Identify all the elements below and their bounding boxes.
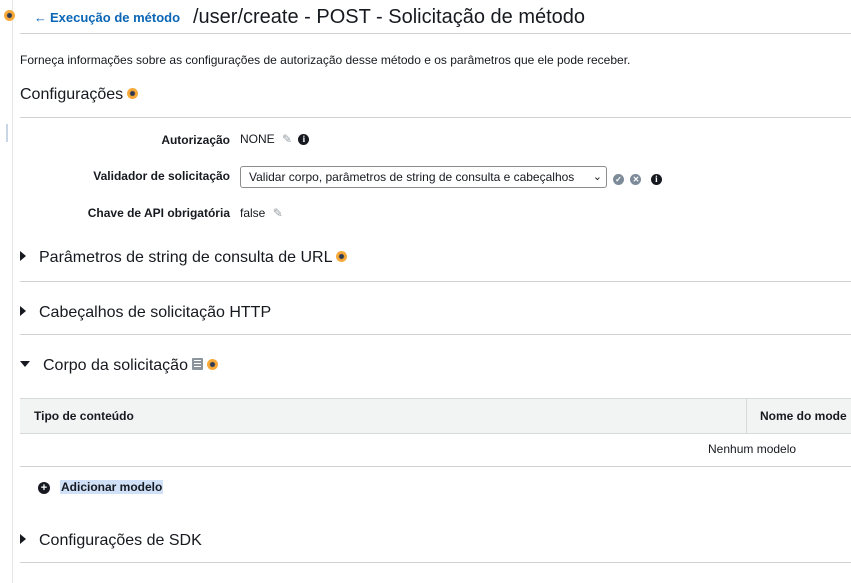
- left-strip-marker: [6, 124, 8, 142]
- x-circle-icon[interactable]: ✕: [630, 174, 642, 186]
- arrow-left-icon: ←: [34, 10, 47, 25]
- request-body-table-header: Tipo de conteúdo Nome do mode: [20, 398, 851, 434]
- section-sdk-settings[interactable]: Configurações de SDK: [20, 532, 202, 550]
- request-validator-label: Validador de solicitação: [93, 169, 230, 183]
- divider: [20, 562, 851, 563]
- left-navigation-strip: [0, 0, 13, 583]
- api-key-row: false ✎: [240, 206, 283, 220]
- authorization-row: NONE ✎ i: [240, 132, 310, 146]
- check-circle-icon[interactable]: ✓: [613, 174, 624, 186]
- chevron-down-icon: ⌄: [592, 171, 602, 183]
- divider: [20, 33, 851, 34]
- api-key-required-label: Chave de API obrigatória: [87, 206, 230, 220]
- orange-status-dot-icon: [4, 10, 15, 21]
- info-icon[interactable]: i: [298, 134, 310, 146]
- section-query-params-label: Parâmetros de string de consulta de URL: [39, 249, 333, 266]
- section-http-headers[interactable]: Cabeçalhos de solicitação HTTP: [20, 304, 271, 322]
- caret-right-icon: [20, 534, 26, 545]
- back-to-method-execution-link[interactable]: ← Execução de método: [34, 10, 180, 25]
- caret-right-icon: [20, 251, 26, 262]
- info-icon[interactable]: i: [650, 174, 662, 186]
- back-link-label: Execução de método: [50, 10, 181, 25]
- add-model-button[interactable]: + Adicionar modelo: [38, 480, 164, 494]
- divider: [20, 117, 851, 118]
- section-request-body[interactable]: Corpo da solicitação: [20, 357, 218, 375]
- orange-status-dot-icon: [336, 250, 348, 262]
- page-title: /user/create - POST - Solicitação de mét…: [193, 6, 586, 28]
- page-description: Forneça informações sobre as configuraçõ…: [20, 53, 631, 67]
- divider: [20, 334, 851, 335]
- section-http-headers-label: Cabeçalhos de solicitação HTTP: [39, 304, 272, 321]
- divider: [20, 466, 851, 467]
- orange-status-dot-icon: [127, 87, 139, 99]
- add-model-label: Adicionar modelo: [60, 480, 164, 494]
- pencil-icon[interactable]: ✎: [282, 132, 292, 146]
- orange-status-dot-icon: [206, 358, 218, 370]
- authorization-label: Autorização: [161, 133, 230, 147]
- book-icon[interactable]: [191, 358, 203, 371]
- request-validator-selected: Validar corpo, parâmetros de string de c…: [249, 170, 575, 184]
- request-validator-select[interactable]: Validar corpo, parâmetros de string de c…: [240, 166, 607, 188]
- plus-circle-icon: +: [38, 481, 50, 494]
- caret-right-icon: [20, 306, 26, 317]
- column-divider[interactable]: [746, 399, 747, 433]
- settings-heading-label: Configurações: [20, 86, 124, 103]
- settings-heading: Configurações: [20, 86, 139, 104]
- validator-actions: ✓ ✕ i: [613, 171, 664, 189]
- column-header-content-type[interactable]: Tipo de conteúdo: [34, 399, 134, 433]
- api-key-required-value: false: [240, 206, 266, 220]
- section-query-params[interactable]: Parâmetros de string de consulta de URL: [20, 249, 348, 267]
- section-request-body-label: Corpo da solicitação: [43, 357, 188, 374]
- column-header-model-name[interactable]: Nome do mode: [760, 399, 847, 433]
- caret-down-icon: [20, 361, 30, 368]
- divider: [20, 281, 851, 282]
- pencil-icon[interactable]: ✎: [273, 206, 283, 220]
- empty-models-text: Nenhum modelo: [708, 442, 797, 456]
- section-sdk-settings-label: Configurações de SDK: [39, 532, 202, 549]
- authorization-value: NONE: [240, 132, 275, 146]
